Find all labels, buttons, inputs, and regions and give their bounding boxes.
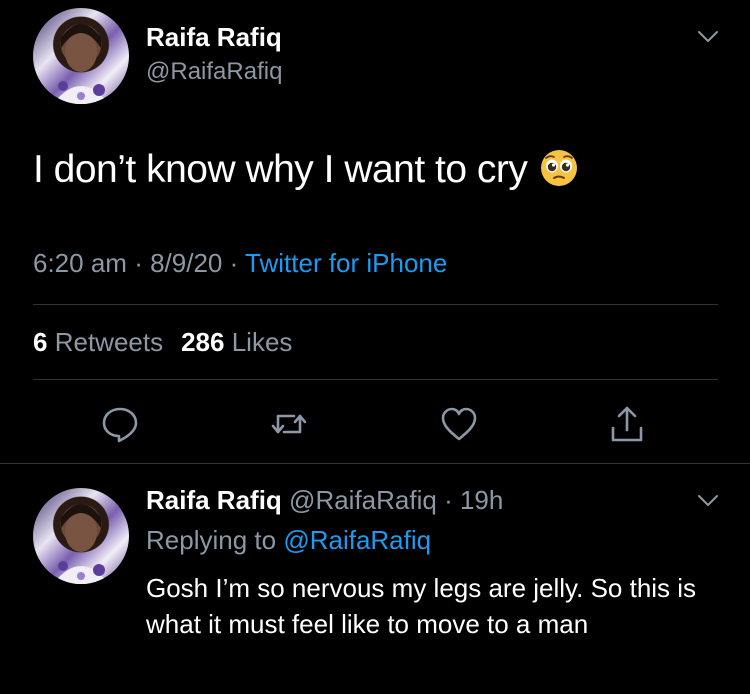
tweet-source-link[interactable]: Twitter for iPhone	[245, 248, 447, 278]
pleading-face-emoji	[539, 148, 579, 188]
retweets-stat[interactable]: 6 Retweets	[33, 327, 163, 357]
reply-author-name[interactable]: Raifa Rafiq	[146, 485, 282, 515]
divider	[33, 304, 718, 305]
tweet-stats: 6 Retweets 286 Likes	[33, 327, 292, 358]
meta-separator: ·	[436, 485, 460, 515]
reply-author-handle[interactable]: @RaifaRafiq	[289, 485, 437, 515]
author-handle[interactable]: @RaifaRafiq	[146, 58, 282, 86]
chevron-down-icon[interactable]	[697, 494, 719, 508]
avatar-photo	[53, 24, 109, 104]
tweet-text: I don’t know why I want to cry	[33, 148, 579, 192]
reply-actions-partial	[146, 686, 706, 694]
speech-bubble-icon	[102, 407, 138, 443]
avatar[interactable]	[33, 488, 129, 584]
main-tweet: Raifa Rafiq @RaifaRafiq I don’t know why…	[0, 0, 750, 462]
replying-to-handle[interactable]: @RaifaRafiq	[283, 525, 431, 555]
reply-text: Gosh I’m so nervous my legs are jelly. S…	[146, 573, 697, 639]
section-divider	[0, 463, 750, 464]
retweet-icon	[271, 414, 307, 434]
tweet-date: 8/9/20	[150, 248, 223, 278]
avatar[interactable]	[33, 8, 129, 104]
retweets-count: 6	[33, 327, 48, 357]
tweet-text-content: I don’t know why I want to cry	[33, 148, 528, 191]
reply-age[interactable]: 19h	[460, 485, 503, 515]
replying-to-label: Replying to	[146, 525, 277, 555]
meta-separator: ·	[229, 248, 246, 278]
tweet-time: 6:20 am	[33, 248, 127, 278]
retweet-button[interactable]	[269, 404, 309, 444]
reply-button[interactable]	[100, 404, 140, 444]
likes-stat[interactable]: 286 Likes	[181, 327, 292, 357]
reply-header: Raifa Rafiq @RaifaRafiq · 19h	[146, 485, 503, 516]
replying-to: Replying to @RaifaRafiq	[146, 525, 431, 556]
like-button[interactable]	[439, 404, 479, 444]
heart-icon	[441, 407, 477, 441]
share-icon	[611, 406, 643, 442]
avatar-photo	[53, 504, 109, 584]
retweets-label: Retweets	[54, 327, 164, 357]
share-button[interactable]	[607, 404, 647, 444]
chevron-down-icon[interactable]	[697, 30, 719, 44]
tweet-meta: 6:20 am · 8/9/20 · Twitter for iPhone	[33, 248, 447, 279]
divider	[33, 379, 718, 380]
author-name[interactable]: Raifa Rafiq	[146, 22, 282, 53]
likes-label: Likes	[231, 327, 293, 357]
likes-count: 286	[181, 327, 225, 357]
meta-separator: ·	[134, 248, 151, 278]
